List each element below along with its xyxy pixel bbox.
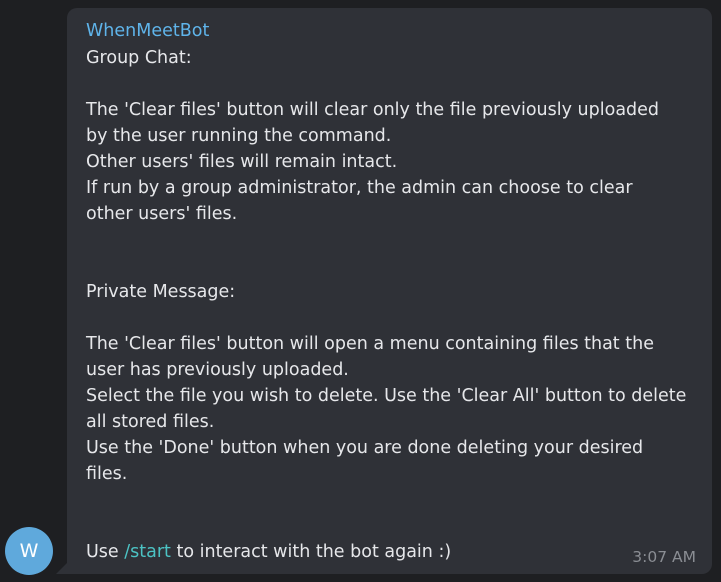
message-line (86, 305, 696, 331)
message-line (86, 487, 696, 513)
message-line: by the user running the command. (86, 126, 392, 146)
message-line: all stored files. (86, 412, 215, 432)
bot-avatar[interactable]: W (5, 527, 53, 575)
message-line: files. (86, 464, 128, 484)
last-line-prefix: Use (86, 542, 125, 562)
message-line (86, 513, 696, 539)
message-line: If run by a group administrator, the adm… (86, 178, 633, 198)
message-last-line: Use /start to interact with the bot agai… (86, 539, 696, 565)
message-timestamp: 3:07 AM (632, 548, 696, 566)
message-line: user has previously uploaded. (86, 360, 349, 380)
bubble-tail (56, 563, 67, 574)
message-line: Other users' files will remain intact. (86, 152, 398, 172)
message-line: Private Message: (86, 282, 236, 302)
message-line: Select the file you wish to delete. Use … (86, 386, 687, 406)
last-line-suffix: to interact with the bot again :) (170, 542, 452, 562)
start-command-link[interactable]: /start (124, 542, 171, 562)
message-bubble[interactable]: WhenMeetBot Group Chat: The 'Clear files… (67, 8, 712, 574)
message-line: The 'Clear files' button will open a men… (86, 334, 654, 354)
message-line (86, 227, 696, 253)
sender-name[interactable]: WhenMeetBot (86, 20, 696, 42)
message-line (86, 71, 696, 97)
chat-area: W WhenMeetBot Group Chat: The 'Clear fil… (0, 0, 721, 582)
message-line: The 'Clear files' button will clear only… (86, 100, 660, 120)
message-line: other users' files. (86, 204, 238, 224)
message-line: Use the 'Done' button when you are done … (86, 438, 644, 458)
message-line: Group Chat: (86, 48, 192, 68)
message-line (86, 253, 696, 279)
